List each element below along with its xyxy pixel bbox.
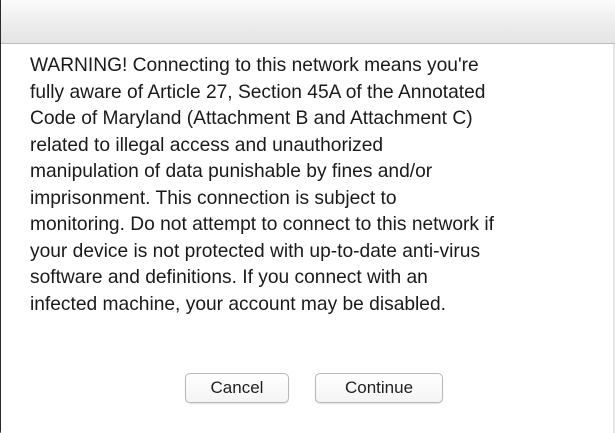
warning-message: WARNING! Connecting to this network mean… <box>30 53 615 318</box>
warning-message-line: imprisonment. This connection is subject… <box>30 187 397 209</box>
dialog-titlebar[interactable] <box>1 0 615 44</box>
warning-message-line: WARNING! Connecting to this network mean… <box>30 55 479 76</box>
dialog-window: WARNING! Connecting to this network mean… <box>0 0 615 433</box>
warning-message-line: fully aware of Article 27, Section 45A o… <box>30 81 486 103</box>
warning-message-line: software and definitions. If you connect… <box>30 267 428 288</box>
warning-message-line: related to illegal access and unauthoriz… <box>30 134 384 156</box>
continue-button[interactable]: Continue <box>315 373 443 403</box>
warning-message-line: infected machine, your account may be di… <box>30 293 446 315</box>
screen: WARNING! Connecting to this network mean… <box>0 0 615 433</box>
warning-message-line: monitoring. Do not attempt to connect to… <box>30 214 494 235</box>
dialog-button-row: Cancel Continue <box>1 373 615 405</box>
warning-message-line: Code of Maryland (Attachment B and Attac… <box>30 108 473 129</box>
warning-message-line: your device is not protected with up-to-… <box>30 240 481 262</box>
warning-message-line: manipulation of data punishable by fines… <box>30 161 433 182</box>
cancel-button[interactable]: Cancel <box>185 373 289 403</box>
dialog-content: WARNING! Connecting to this network mean… <box>1 44 615 433</box>
